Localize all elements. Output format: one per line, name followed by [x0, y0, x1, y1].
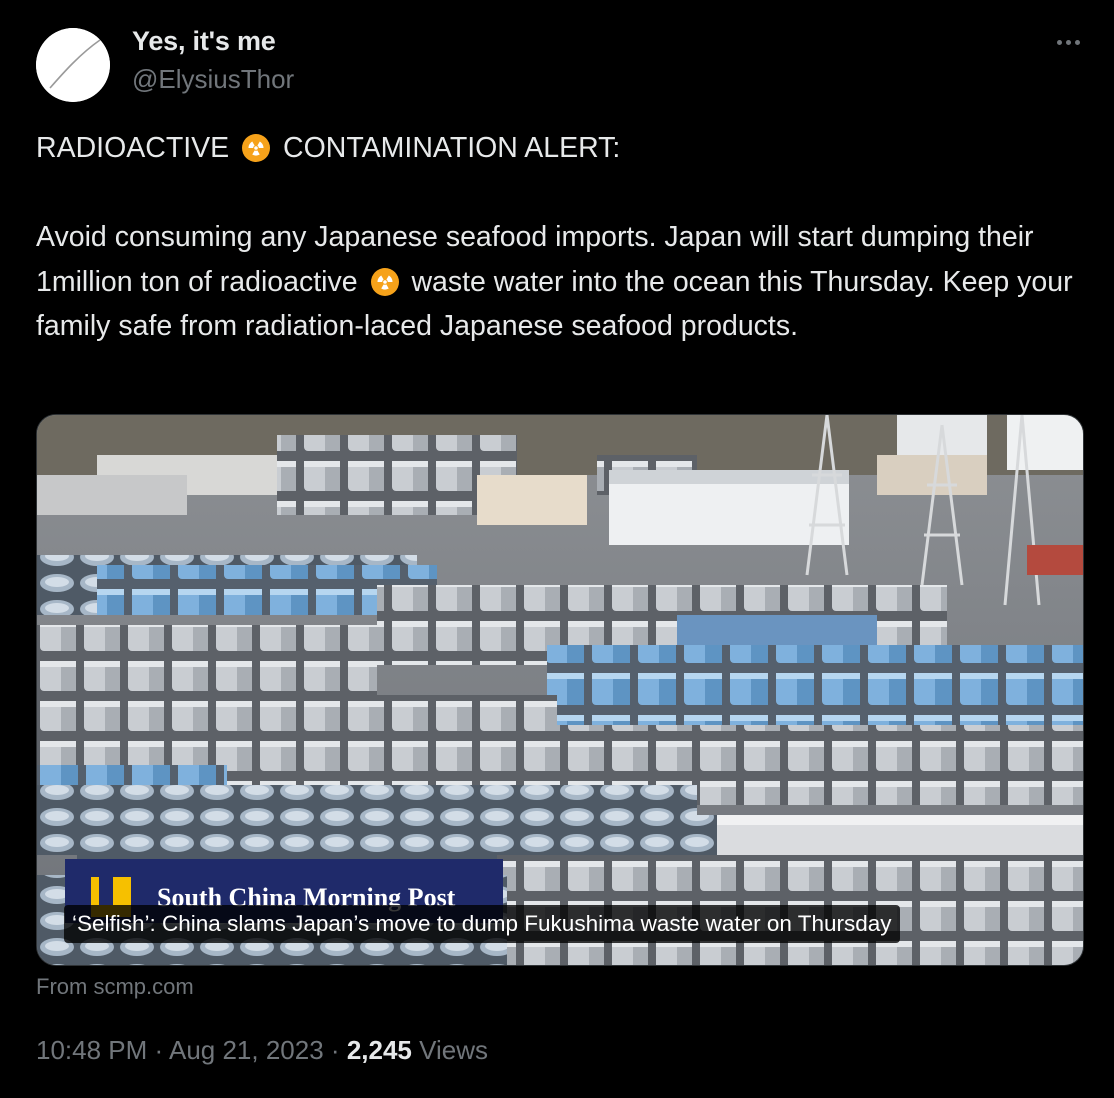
card-title[interactable]: ‘Selfish’: China slams Japan’s move to d… — [64, 905, 900, 943]
more-options-button[interactable] — [1050, 30, 1086, 54]
tweet-text: RADIOACTIVE CONTAMINATION ALERT: Avoid c… — [36, 126, 1081, 349]
tweet: Yes, it's me @ElysiusThor RADIOACTIVE CO… — [0, 0, 1114, 1098]
avatar[interactable] — [36, 28, 110, 102]
tweet-time[interactable]: 10:48 PM — [36, 1035, 147, 1065]
separator: · — [154, 1035, 169, 1065]
link-card[interactable]: South China Morning Post ‘Selfish’: Chin… — [36, 414, 1084, 966]
alert-text-end: CONTAMINATION ALERT: — [283, 132, 621, 164]
card-source[interactable]: From scmp.com — [36, 974, 194, 1000]
avatar-slash-icon — [36, 28, 110, 102]
radioactive-emoji-icon — [242, 134, 271, 162]
display-name[interactable]: Yes, it's me — [132, 26, 276, 57]
views-label: Views — [419, 1035, 489, 1065]
views-count[interactable]: 2,245 — [347, 1035, 412, 1065]
alert-line: RADIOACTIVE CONTAMINATION ALERT: — [36, 126, 1081, 171]
handle[interactable]: @ElysiusThor — [132, 64, 294, 95]
alert-text-start: RADIOACTIVE — [36, 132, 230, 164]
separator: · — [330, 1035, 347, 1065]
tweet-date[interactable]: Aug 21, 2023 — [169, 1035, 324, 1065]
more-horizontal-icon — [1056, 39, 1062, 45]
radioactive-emoji-icon — [370, 267, 399, 296]
tweet-body: Avoid consuming any Japanese seafood imp… — [36, 215, 1081, 349]
tweet-meta: 10:48 PM · Aug 21, 2023 · 2,245 Views — [36, 1035, 488, 1066]
